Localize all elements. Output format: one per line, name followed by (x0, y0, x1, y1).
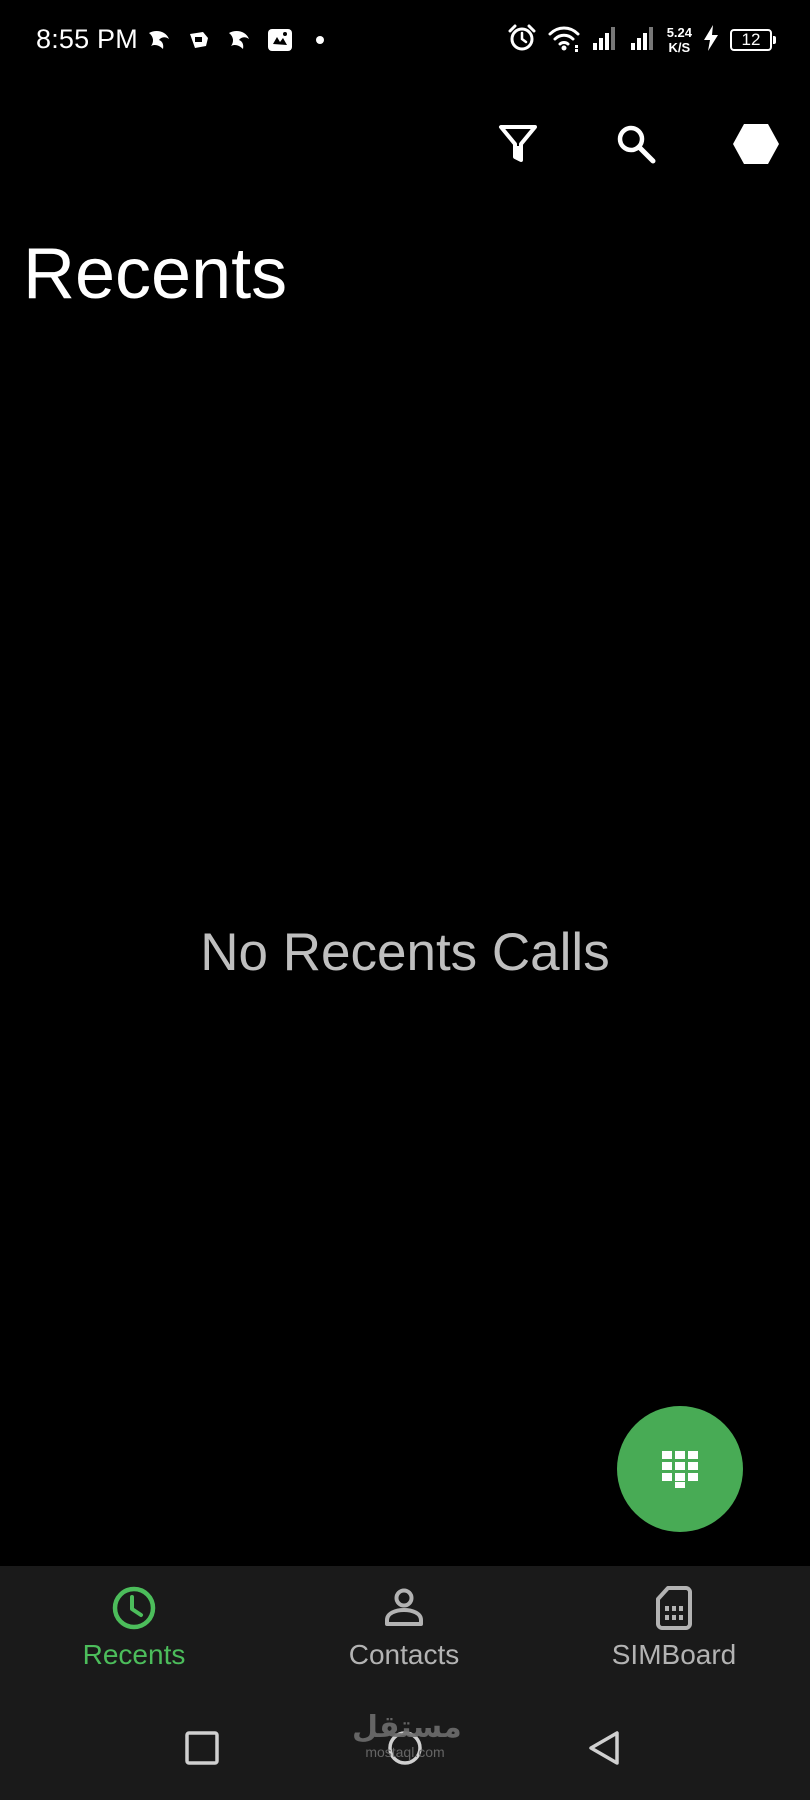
hexagon-menu-icon (733, 124, 779, 164)
alarm-icon (507, 23, 537, 58)
system-back-button[interactable] (576, 1720, 632, 1776)
gallery-app-icon (266, 26, 294, 54)
tab-contacts-label: Contacts (348, 1639, 460, 1670)
watermark-arabic: مستقل (352, 1710, 462, 1745)
network-speed: 5.24 K/S (667, 25, 692, 55)
network-speed-value: 5.24 (666, 25, 692, 40)
bottom-navigation: Recents Contacts SIMBoard (0, 1566, 810, 1696)
watermark-latin: mostaql.com (365, 1744, 445, 1760)
status-bar: 8:55 PM 5.24 K/S 12 (0, 0, 810, 80)
square-icon (185, 1731, 219, 1765)
falcon-app-icon (146, 27, 172, 53)
network-speed-unit: K/S (668, 40, 691, 55)
battery-indicator: 12 (730, 29, 776, 51)
wifi-icon (547, 23, 581, 58)
notification-icons (146, 24, 324, 56)
empty-state-message: No Recents Calls (200, 923, 610, 982)
person-icon (385, 1588, 423, 1626)
dialpad-icon (662, 1451, 698, 1488)
signal-sim1-icon (591, 24, 619, 57)
status-indicators: 5.24 K/S 12 (507, 22, 776, 58)
system-recents-button[interactable] (174, 1720, 230, 1776)
tab-contacts[interactable]: Contacts (294, 1584, 514, 1672)
page-title: Recents (23, 234, 288, 314)
dialpad-fab-button[interactable] (617, 1406, 743, 1532)
watermark: مستقل mostaql.com (352, 1710, 462, 1761)
sim-card-icon (656, 1586, 692, 1630)
filter-button[interactable] (488, 114, 548, 174)
search-button[interactable] (606, 114, 666, 174)
chat-badge-icon (186, 27, 212, 53)
tab-recents[interactable]: Recents (24, 1584, 244, 1672)
tab-recents-label: Recents (82, 1639, 186, 1670)
tab-simboard-label: SIMBoard (611, 1639, 737, 1670)
charging-icon (702, 24, 720, 57)
filter-icon (499, 125, 537, 162)
clock-icon (112, 1586, 156, 1630)
menu-button[interactable] (726, 114, 786, 174)
status-time: 8:55 PM (36, 24, 138, 54)
signal-sim2-icon (629, 24, 657, 57)
back-triangle-icon (589, 1731, 619, 1765)
tab-simboard[interactable]: SIMBoard (564, 1584, 784, 1672)
search-icon (617, 125, 656, 164)
more-notifications-dot (316, 36, 324, 44)
falcon-app-icon (226, 27, 252, 53)
